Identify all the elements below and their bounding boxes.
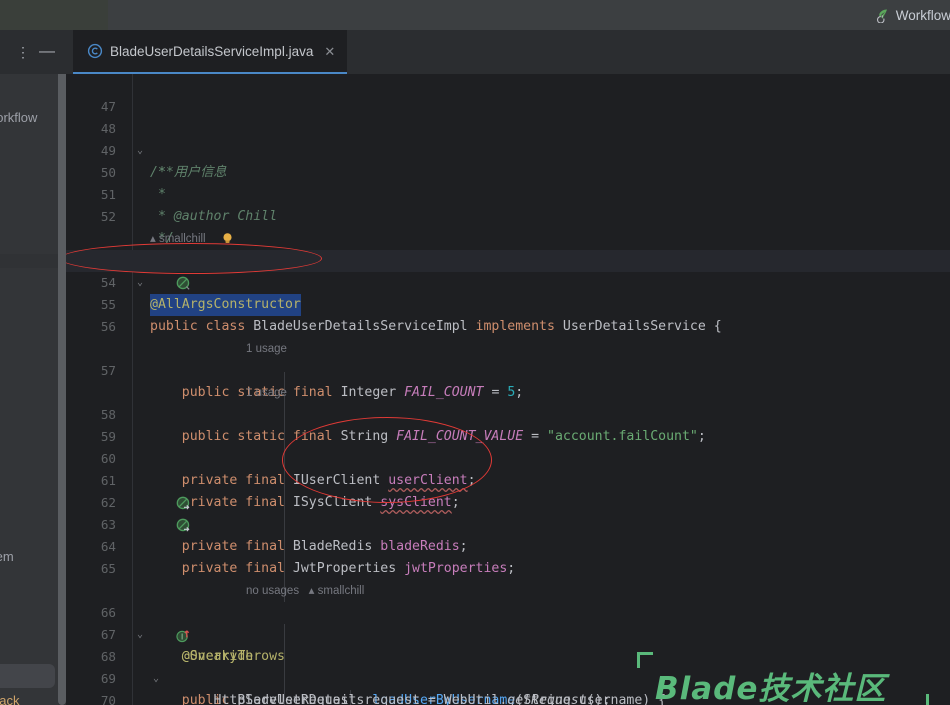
tab-label: BladeUserDetailsServiceImpl.java	[110, 43, 314, 59]
intention-bulb-icon[interactable]	[221, 232, 234, 245]
code-line[interactable]: 69 HttpServletRequest request = WebUtil.…	[66, 646, 950, 705]
code-line[interactable]: 66 ⌄ @Override	[66, 580, 950, 664]
code-line[interactable]: 64 private final JwtProperties jwtProper…	[66, 514, 950, 576]
bean-arrow-icon[interactable]	[176, 518, 191, 533]
more-vertical-icon[interactable]: ⋮	[14, 43, 32, 61]
code-line[interactable]: 65	[66, 536, 950, 576]
code-line[interactable]: 57 public static final Integer FAIL_COUN…	[66, 338, 950, 400]
title-bar-left-block	[0, 0, 108, 30]
left-panel-scrollbar[interactable]	[58, 30, 66, 705]
implements-icon[interactable]: I	[176, 628, 191, 643]
code-line[interactable]: 55 public class BladeUserDetailsServiceI…	[66, 272, 950, 334]
code-line[interactable]: 62	[66, 470, 950, 510]
left-panel-selected-item[interactable]	[0, 664, 55, 688]
code-line[interactable]: 61 private final ISysClient sysClient;	[66, 448, 950, 510]
code-line[interactable]: 58 public static final String FAIL_COUNT…	[66, 382, 950, 444]
inlay-hint-row[interactable]: ▴ smallchill	[66, 206, 950, 245]
left-panel-scrollbar-thumb[interactable]	[58, 30, 66, 705]
left-panel-item-fragment[interactable]: tem	[0, 549, 14, 564]
code-line[interactable]: 51 * @author Chill	[66, 162, 950, 224]
left-tool-panel[interactable]: p\workflow tem back	[0, 30, 58, 705]
code-line[interactable]: 53 ⌄ @Service	[66, 228, 950, 312]
java-class-icon	[87, 43, 103, 59]
code-line[interactable]: 67 @SneakyThrows	[66, 602, 950, 664]
left-panel-row[interactable]	[0, 254, 58, 268]
editor-window: ⋮ — BladeUserDetailsServiceImpl.java ✕ 4…	[0, 30, 950, 705]
code-line[interactable]: 70 // 获取用户绑定ID	[66, 668, 950, 705]
inlay-hint-row[interactable]: no usages ▴ smallchill	[66, 558, 950, 597]
code-line[interactable]: 60 private final IUserClient userClient;	[66, 426, 950, 488]
close-icon[interactable]: ✕	[324, 45, 335, 58]
editor-tab-strip: ⋮ — BladeUserDetailsServiceImpl.java ✕	[0, 30, 950, 74]
svg-text:I: I	[181, 632, 183, 641]
code-line[interactable]: 56	[66, 294, 950, 334]
minimize-icon[interactable]: —	[38, 43, 56, 61]
code-line[interactable]: 49 * 用户信息	[66, 118, 950, 180]
tab-bladeuserdetailsserviceimpl[interactable]: BladeUserDetailsServiceImpl.java ✕	[73, 30, 348, 74]
code-line[interactable]: 68 ⌄ public BladeUserDetails loadUserByU…	[66, 624, 950, 705]
bean-icon[interactable]	[176, 276, 191, 291]
title-bar: WorkflowA	[0, 0, 950, 30]
editor-tab-controls: ⋮ —	[0, 30, 66, 74]
code-line[interactable]: 59	[66, 404, 950, 444]
code-line[interactable]: 63 private final BladeRedis bladeRedis;	[66, 492, 950, 554]
code-line[interactable]: 50 *	[66, 140, 950, 202]
code-editor[interactable]: 47 48 ⌄ /** 49 * 用户信息 50 * 51 * @author …	[66, 74, 950, 705]
run-configuration-selector[interactable]: WorkflowA	[874, 7, 950, 23]
inlay-hint-row[interactable]: 1 usage	[66, 316, 950, 355]
bean-arrow-icon[interactable]	[176, 496, 191, 511]
code-line[interactable]: 71 String headerDept = request.getHeader…	[66, 690, 950, 705]
spring-leaf-icon	[876, 9, 887, 23]
code-line[interactable]: 47	[66, 74, 950, 114]
left-panel-back-fragment[interactable]: back	[0, 693, 19, 705]
code-line[interactable]: 48 ⌄ /**	[66, 96, 950, 180]
run-configuration-label: WorkflowA	[895, 7, 950, 23]
code-line[interactable]: 54 @AllArgsConstructor	[66, 250, 950, 316]
code-line[interactable]: 52 */	[66, 184, 950, 246]
left-panel-path-fragment: p\workflow	[0, 110, 38, 125]
inlay-hint-row[interactable]: 1 usage	[66, 360, 950, 399]
